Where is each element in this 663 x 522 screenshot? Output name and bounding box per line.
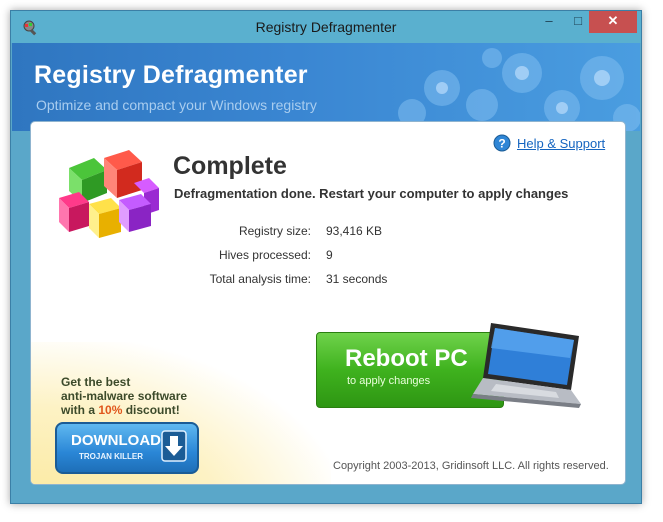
help-support-link[interactable]: Help & Support — [517, 136, 605, 151]
reboot-button-subtitle: to apply changes — [347, 375, 431, 387]
stat-label-analysis-time: Total analysis time: — [209, 272, 311, 286]
flower-decoration-icon — [398, 48, 640, 131]
stat-label-hives-processed: Hives processed: — [218, 248, 311, 262]
svg-text:?: ? — [498, 137, 505, 151]
promo-line-2: anti-malware software — [61, 389, 188, 403]
copyright-text: Copyright 2003-2013, Gridinsoft LLC. All… — [333, 460, 609, 472]
title-bar[interactable]: Registry Defragmenter – □ ✕ — [11, 11, 641, 43]
download-label: DOWNLOAD — [71, 432, 161, 449]
laptop-icon — [471, 323, 581, 408]
status-title: Complete — [173, 152, 287, 180]
help-icon[interactable]: ? — [493, 134, 511, 152]
promo-discount: 10% — [98, 403, 123, 417]
minimize-button[interactable]: – — [535, 11, 563, 33]
banner-subtitle: Optimize and compact your Windows regist… — [36, 97, 317, 113]
stat-value-registry-size: 93,416 KB — [326, 224, 383, 238]
stat-value-analysis-time: 31 seconds — [326, 272, 388, 286]
promo-text: Get the best anti-malware software with … — [61, 375, 187, 417]
maximize-button[interactable]: □ — [564, 11, 592, 33]
stat-label-registry-size: Registry size: — [238, 224, 311, 238]
close-button[interactable]: ✕ — [589, 11, 637, 33]
app-window: Registry Defragmenter – □ ✕ Registry Def… — [10, 10, 642, 504]
header-banner: Registry Defragmenter Optimize and compa… — [12, 43, 640, 131]
download-sublabel: TROJAN KILLER — [79, 452, 143, 461]
download-trojan-killer-button[interactable]: DOWNLOAD TROJAN KILLER — [55, 422, 199, 474]
status-message: Defragmentation done. Restart your compu… — [174, 186, 569, 201]
download-arrow-icon — [161, 430, 187, 462]
banner-title: Registry Defragmenter — [34, 61, 308, 89]
promo-line-3: with a 10% discount! — [61, 403, 180, 417]
reboot-button-title: Reboot PC — [345, 345, 468, 372]
stat-value-hives-processed: 9 — [326, 248, 333, 262]
promo-line-1: Get the best — [61, 375, 131, 389]
main-panel: ? Help & Support Complete Defragmentatio… — [30, 121, 626, 485]
